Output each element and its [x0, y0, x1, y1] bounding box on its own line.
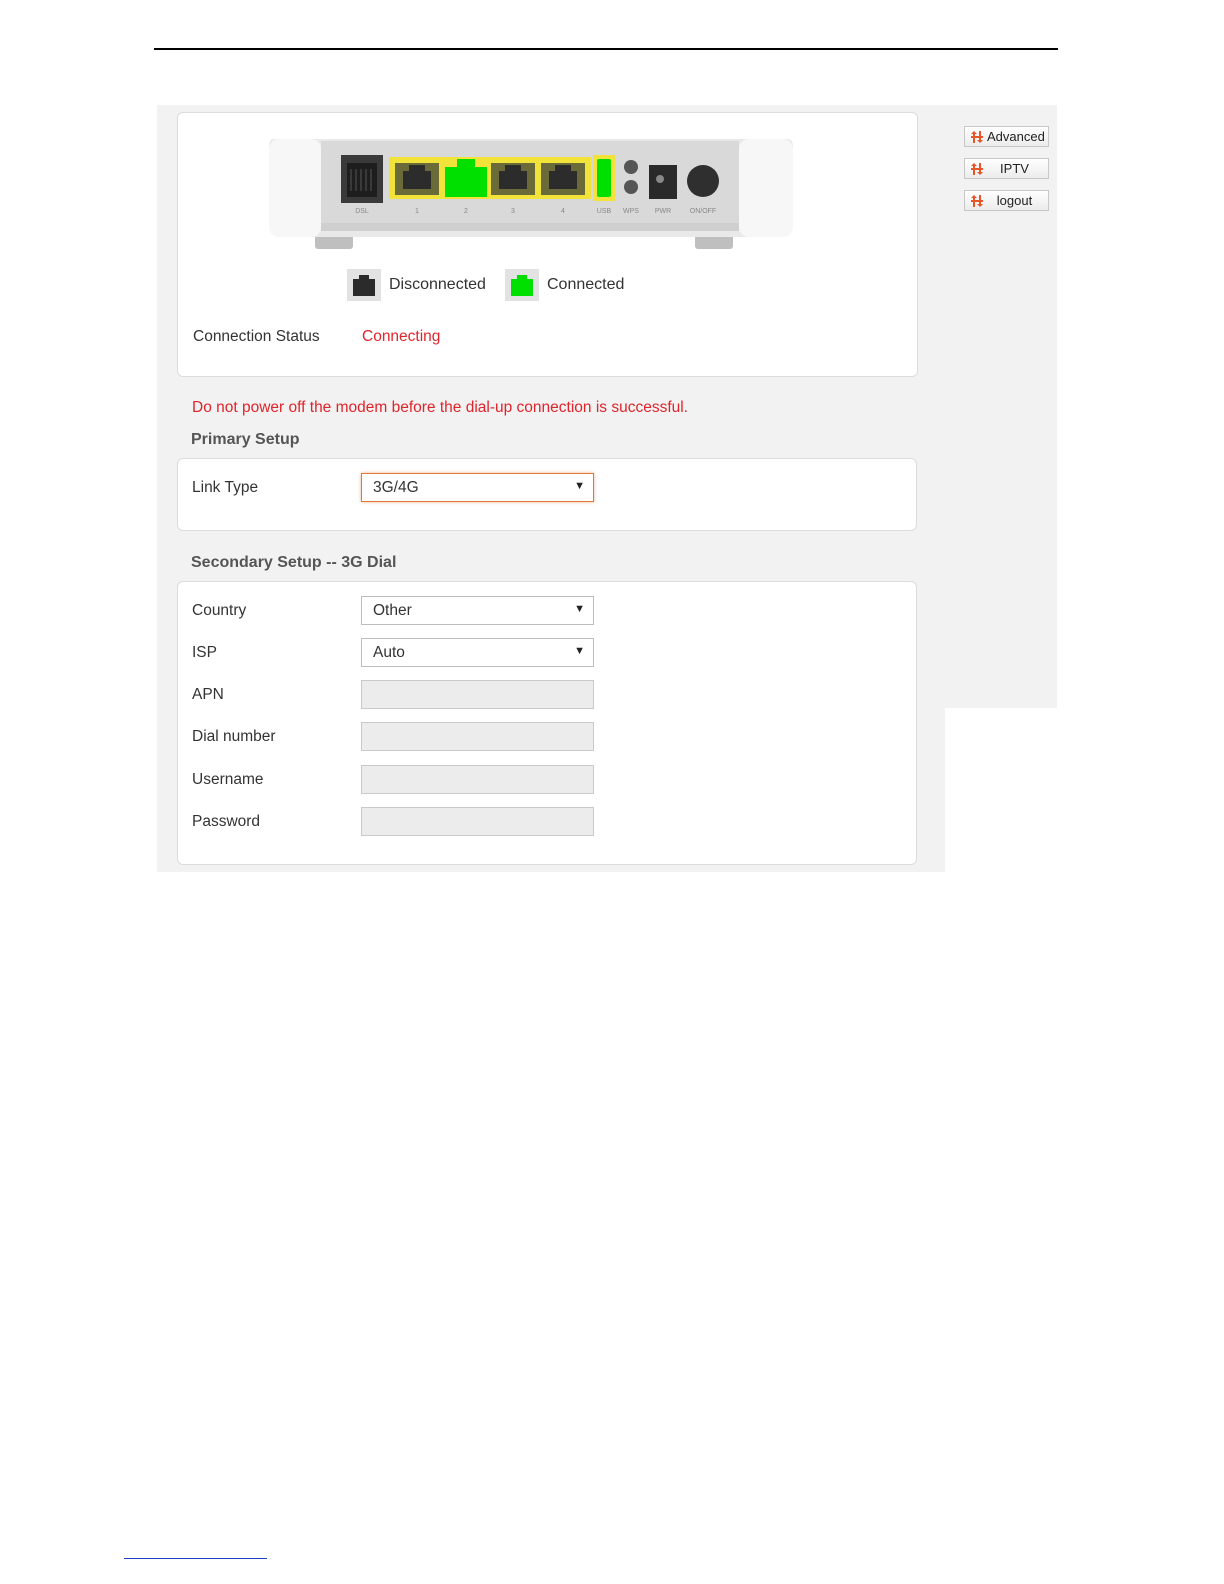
lan-port-4 — [541, 163, 585, 195]
connection-status-value: Connecting — [362, 328, 441, 345]
page-top-rule — [154, 48, 1058, 50]
password-label: Password — [192, 813, 261, 830]
power-jack — [649, 165, 677, 199]
port-label-wps: WPS — [623, 208, 639, 215]
port-label-onoff: ON/OFF — [690, 208, 716, 215]
link-type-label: Link Type — [192, 479, 259, 496]
apn-input[interactable] — [361, 680, 594, 709]
port-label-2: 2 — [464, 208, 468, 215]
dropdown-arrow-icon: ▼ — [574, 645, 585, 657]
disconnected-legend-swatch — [347, 269, 381, 301]
logout-button[interactable]: logout — [964, 190, 1049, 211]
dial-number-input[interactable] — [361, 722, 594, 751]
lan-port-1 — [395, 163, 439, 195]
wps-button — [624, 180, 638, 194]
dual-arrow-icon — [971, 130, 983, 143]
country-label: Country — [192, 602, 247, 619]
dropdown-arrow-icon: ▼ — [574, 480, 585, 492]
logout-button-label: logout — [996, 193, 1033, 208]
connection-status-label: Connection Status — [193, 328, 320, 345]
isp-select[interactable]: Auto ▼ — [361, 638, 594, 667]
username-label: Username — [192, 771, 264, 788]
apn-label: APN — [192, 686, 224, 703]
connected-legend-label: Connected — [547, 276, 625, 293]
lan-port-3 — [491, 163, 535, 195]
dial-number-label: Dial number — [192, 728, 276, 745]
link-type-value: 3G/4G — [373, 478, 419, 496]
dual-arrow-icon — [971, 162, 983, 175]
iptv-button[interactable]: IPTV — [964, 158, 1049, 179]
port-label-dsl: DSL — [355, 208, 369, 215]
port-label-1: 1 — [415, 208, 419, 215]
secondary-setup-title: Secondary Setup -- 3G Dial — [191, 554, 397, 571]
country-select[interactable]: Other ▼ — [361, 596, 594, 625]
footnote-rule — [124, 1558, 267, 1559]
username-input[interactable] — [361, 765, 594, 794]
power-warning: Do not power off the modem before the di… — [192, 399, 688, 416]
advanced-button-label: Advanced — [987, 129, 1045, 144]
dual-arrow-icon — [971, 194, 983, 207]
power-switch — [687, 165, 719, 197]
country-value: Other — [373, 601, 412, 619]
iptv-button-label: IPTV — [1000, 161, 1029, 176]
port-label-3: 3 — [511, 208, 515, 215]
port-label-usb: USB — [597, 208, 612, 215]
link-type-select[interactable]: 3G/4G ▼ — [361, 473, 594, 502]
connected-legend-swatch — [505, 269, 539, 301]
isp-value: Auto — [373, 643, 405, 661]
wlan-button — [624, 160, 638, 174]
router-rear-image: DSL 1 2 3 4 USB WPS PWR ON/OFF — [267, 137, 793, 251]
password-input[interactable] — [361, 807, 594, 836]
disconnected-legend-label: Disconnected — [389, 276, 486, 293]
port-label-4: 4 — [561, 208, 565, 215]
dropdown-arrow-icon: ▼ — [574, 603, 585, 615]
port-label-pwr: PWR — [655, 208, 671, 215]
primary-setup-title: Primary Setup — [191, 431, 300, 448]
isp-label: ISP — [192, 644, 217, 661]
advanced-button[interactable]: Advanced — [964, 126, 1049, 147]
